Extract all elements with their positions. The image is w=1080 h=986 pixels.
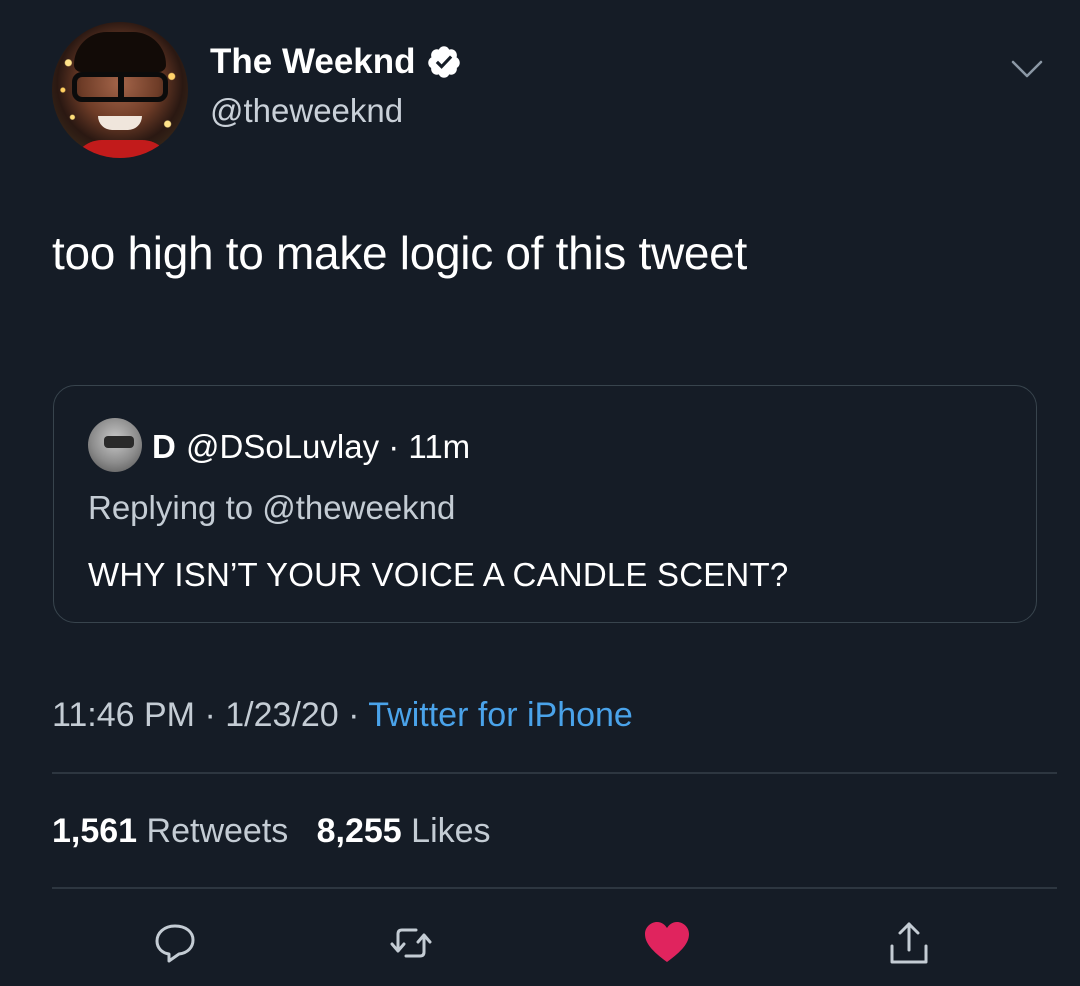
retweet-icon[interactable] <box>386 918 436 968</box>
tweet-timestamp-line: 11:46 PM · 1/23/20 · Twitter for iPhone <box>52 696 633 735</box>
verified-badge-icon <box>427 46 460 78</box>
tweet-text: too high to make logic of this tweet <box>52 227 747 279</box>
author-handle[interactable]: @theweeknd <box>210 92 403 130</box>
likes-count[interactable]: 8,255 <box>317 812 402 850</box>
quoted-author-avatar <box>88 418 142 472</box>
retweets-label[interactable]: Retweets <box>147 812 289 850</box>
reply-icon[interactable] <box>150 918 200 968</box>
divider <box>52 772 1057 774</box>
chevron-down-icon[interactable] <box>1010 58 1044 80</box>
author-display-name[interactable]: The Weeknd <box>210 42 416 82</box>
retweets-count[interactable]: 1,561 <box>52 812 137 850</box>
quoted-tweet-text: WHY ISN’T YOUR VOICE A CANDLE SCENT? <box>88 556 789 593</box>
author-name-row[interactable]: The Weeknd <box>210 42 462 82</box>
divider <box>52 887 1057 889</box>
heart-icon[interactable] <box>642 918 692 968</box>
author-avatar[interactable] <box>52 22 188 158</box>
tweet-source-link[interactable]: Twitter for iPhone <box>368 696 633 734</box>
share-icon[interactable] <box>884 918 934 968</box>
quoted-replying-to: Replying to @theweeknd <box>88 489 456 526</box>
likes-label[interactable]: Likes <box>411 812 490 850</box>
tweet-stats: 1,561 Retweets 8,255 Likes <box>52 812 491 851</box>
quoted-handle-time: @DSoLuvlay · 11m <box>186 428 471 465</box>
quoted-author-name: D <box>152 428 176 465</box>
tweet-time-date: 11:46 PM · 1/23/20 · <box>52 696 369 734</box>
